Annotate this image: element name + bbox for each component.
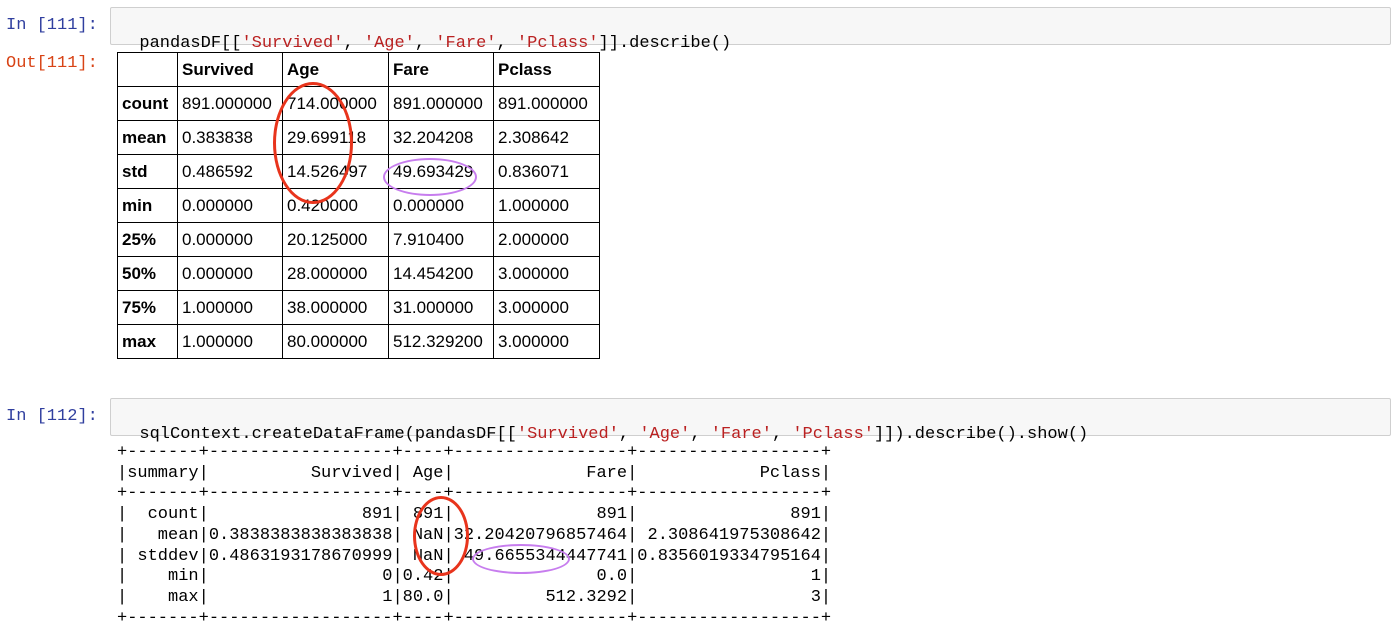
column-header: Age (282, 52, 389, 87)
table-cell: 20.125000 (282, 222, 389, 257)
spark-describe-output: +-------+------------------+----+-------… (117, 443, 831, 629)
string-literal: 'Pclass' (516, 34, 599, 53)
table-row: 25% 0.000000 20.125000 7.910400 2.000000 (117, 222, 600, 257)
table-cell: 0.000000 (177, 256, 283, 291)
table-row: min 0.000000 0.420000 0.000000 1.000000 (117, 188, 600, 223)
row-index-label: mean (117, 120, 178, 155)
table-row: max 1.000000 80.000000 512.329200 3.000000 (117, 324, 600, 359)
table-row: 75% 1.000000 38.000000 31.000000 3.000000 (117, 290, 600, 325)
code-token: , (771, 425, 793, 444)
table-cell: 2.308642 (493, 120, 600, 155)
in-prompt-111: In [111]: (6, 16, 98, 35)
column-header: Survived (177, 52, 283, 87)
table-row: mean 0.383838 29.699118 32.204208 2.308642 (117, 120, 600, 155)
table-cell: 0.000000 (177, 188, 283, 223)
out-prompt-111: Out[111]: (6, 54, 98, 73)
row-index-label: max (117, 324, 178, 359)
output-line: | mean|0.3838383838383838| NaN|32.204207… (117, 525, 832, 545)
table-cell: 1.000000 (493, 188, 600, 223)
table-cell: 891.000000 (388, 86, 494, 121)
row-index-label: 25% (117, 222, 178, 257)
string-literal: 'Survived' (516, 425, 619, 444)
in-prompt-112: In [112]: (6, 407, 98, 426)
table-cell: 3.000000 (493, 324, 600, 359)
table-cell: 0.000000 (388, 188, 494, 223)
table-cell: 2.000000 (493, 222, 600, 257)
code-token: , (496, 34, 517, 53)
code-token: pandasDF[[ (139, 34, 242, 53)
code-text-112: sqlContext.createDataFrame(pandasDF[['Su… (139, 425, 1088, 444)
output-line: +-------+------------------+----+-------… (117, 484, 832, 504)
table-cell: 7.910400 (388, 222, 494, 257)
table-cell: 0.420000 (282, 188, 389, 223)
code-cell-111[interactable]: pandasDF[['Survived', 'Age', 'Fare', 'Pc… (110, 7, 1391, 53)
row-index-label: count (117, 86, 178, 121)
column-header: Fare (388, 52, 494, 87)
table-cell: 512.329200 (388, 324, 494, 359)
code-cell-112[interactable]: sqlContext.createDataFrame(pandasDF[['Su… (110, 398, 1391, 444)
string-literal: 'Age' (639, 425, 691, 444)
table-cell: 38.000000 (282, 290, 389, 325)
table-cell: 49.693429 (388, 154, 494, 189)
output-line: | count| 891| 891| 891| 891| (117, 505, 832, 525)
string-literal: 'Age' (363, 34, 415, 53)
row-index-label: 75% (117, 290, 178, 325)
string-literal: 'Pclass' (792, 425, 874, 444)
corner-header (117, 52, 178, 87)
string-literal: 'Fare' (710, 425, 772, 444)
column-header: Pclass (493, 52, 600, 87)
output-line: | stddev|0.4863193178670999| NaN| 49.665… (117, 546, 832, 566)
table-cell: 32.204208 (388, 120, 494, 155)
table-cell: 891.000000 (177, 86, 283, 121)
table-cell: 14.526497 (282, 154, 389, 189)
table-cell: 1.000000 (177, 290, 283, 325)
describe-dataframe-table: Survived Age Fare Pclass count 891.000000… (117, 52, 600, 359)
table-cell: 3.000000 (493, 256, 600, 291)
output-line: +-------+------------------+----+-------… (117, 443, 832, 462)
table-cell: 0.836071 (493, 154, 600, 189)
table-row: count 891.000000 714.000000 891.000000 891.0… (117, 86, 600, 121)
string-literal: 'Survived' (241, 34, 344, 53)
table-cell: 28.000000 (282, 256, 389, 291)
table-cell: 714.000000 (282, 86, 389, 121)
table-cell: 80.000000 (282, 324, 389, 359)
table-cell: 29.699118 (282, 120, 389, 155)
code-token: ]].describe() (598, 34, 732, 53)
table-cell: 3.000000 (493, 290, 600, 325)
table-cell: 1.000000 (177, 324, 283, 359)
code-text-111: pandasDF[['Survived', 'Age', 'Fare', 'Pc… (139, 34, 731, 53)
code-token: , (343, 34, 364, 53)
table-row: 50% 0.000000 28.000000 14.454200 3.000000 (117, 256, 600, 291)
row-index-label: 50% (117, 256, 178, 291)
output-line: |summary| Survived| Age| Fare| Pclass| (117, 463, 832, 483)
output-line: | min| 0|0.42| 0.0| 1| (117, 567, 832, 587)
table-cell: 891.000000 (493, 86, 600, 121)
table-header-row: Survived Age Fare Pclass (117, 52, 600, 87)
table-cell: 14.454200 (388, 256, 494, 291)
row-index-label: min (117, 188, 178, 223)
code-token: , (414, 34, 436, 53)
output-line: +-------+------------------+----+-------… (117, 608, 832, 628)
code-token: ]]).describe().show() (873, 425, 1089, 444)
table-row: std 0.486592 14.526497 49.693429 0.836071 (117, 154, 600, 189)
code-token: , (618, 425, 640, 444)
string-literal: 'Fare' (435, 34, 497, 53)
table-cell: 0.383838 (177, 120, 283, 155)
row-index-label: std (117, 154, 178, 189)
output-line: | max| 1|80.0| 512.3292| 3| (117, 587, 832, 607)
code-token: sqlContext.createDataFrame(pandasDF[[ (139, 425, 517, 444)
code-token: , (690, 425, 711, 444)
table-cell: 31.000000 (388, 290, 494, 325)
table-cell: 0.486592 (177, 154, 283, 189)
table-cell: 0.000000 (177, 222, 283, 257)
